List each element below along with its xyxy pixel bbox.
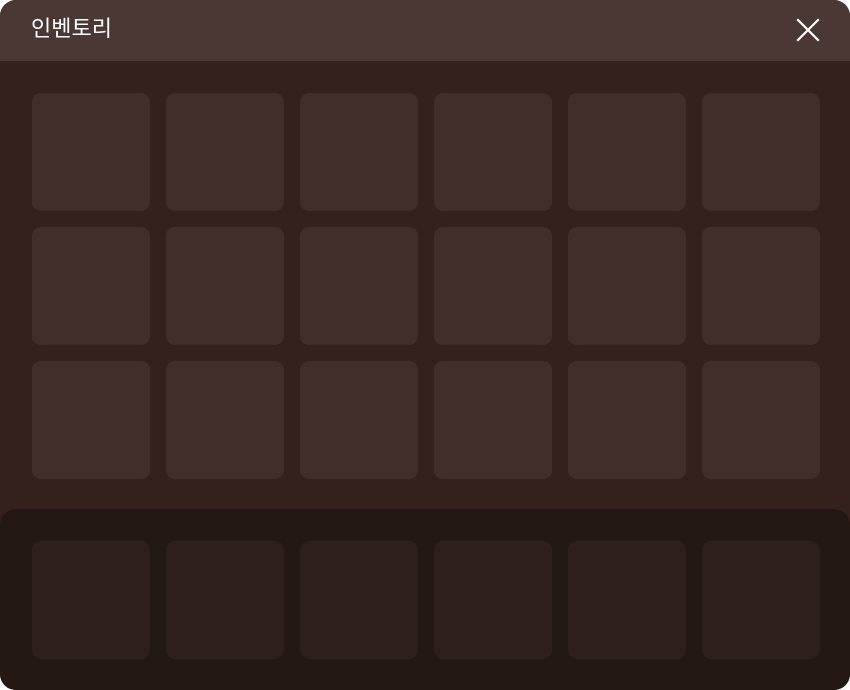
- hotbar-slot[interactable]: [32, 541, 150, 659]
- hotbar: [0, 509, 850, 690]
- inventory-slot[interactable]: [702, 227, 820, 345]
- inventory-window: 인벤토리: [0, 0, 850, 690]
- inventory-slot[interactable]: [32, 93, 150, 211]
- close-button[interactable]: [792, 14, 824, 46]
- inventory-slot[interactable]: [434, 93, 552, 211]
- hotbar-slot[interactable]: [434, 541, 552, 659]
- inventory-slot[interactable]: [32, 361, 150, 479]
- inventory-slot[interactable]: [702, 361, 820, 479]
- inventory-slot[interactable]: [166, 93, 284, 211]
- hotbar-slot[interactable]: [702, 541, 820, 659]
- inventory-slot[interactable]: [568, 361, 686, 479]
- inventory-slot[interactable]: [434, 361, 552, 479]
- title-bar: 인벤토리: [0, 0, 850, 61]
- hotbar-slot[interactable]: [166, 541, 284, 659]
- inventory-slot[interactable]: [300, 93, 418, 211]
- window-title: 인벤토리: [31, 17, 112, 42]
- hotbar-slot[interactable]: [568, 541, 686, 659]
- inventory-slot[interactable]: [568, 93, 686, 211]
- inventory-slot[interactable]: [300, 227, 418, 345]
- inventory-slot[interactable]: [166, 361, 284, 479]
- inventory-slot[interactable]: [568, 227, 686, 345]
- inventory-slot[interactable]: [702, 93, 820, 211]
- inventory-slot[interactable]: [32, 227, 150, 345]
- close-icon: [796, 18, 820, 42]
- inventory-slot[interactable]: [300, 361, 418, 479]
- hotbar-slot[interactable]: [300, 541, 418, 659]
- inventory-slot[interactable]: [434, 227, 552, 345]
- inventory-slot[interactable]: [166, 227, 284, 345]
